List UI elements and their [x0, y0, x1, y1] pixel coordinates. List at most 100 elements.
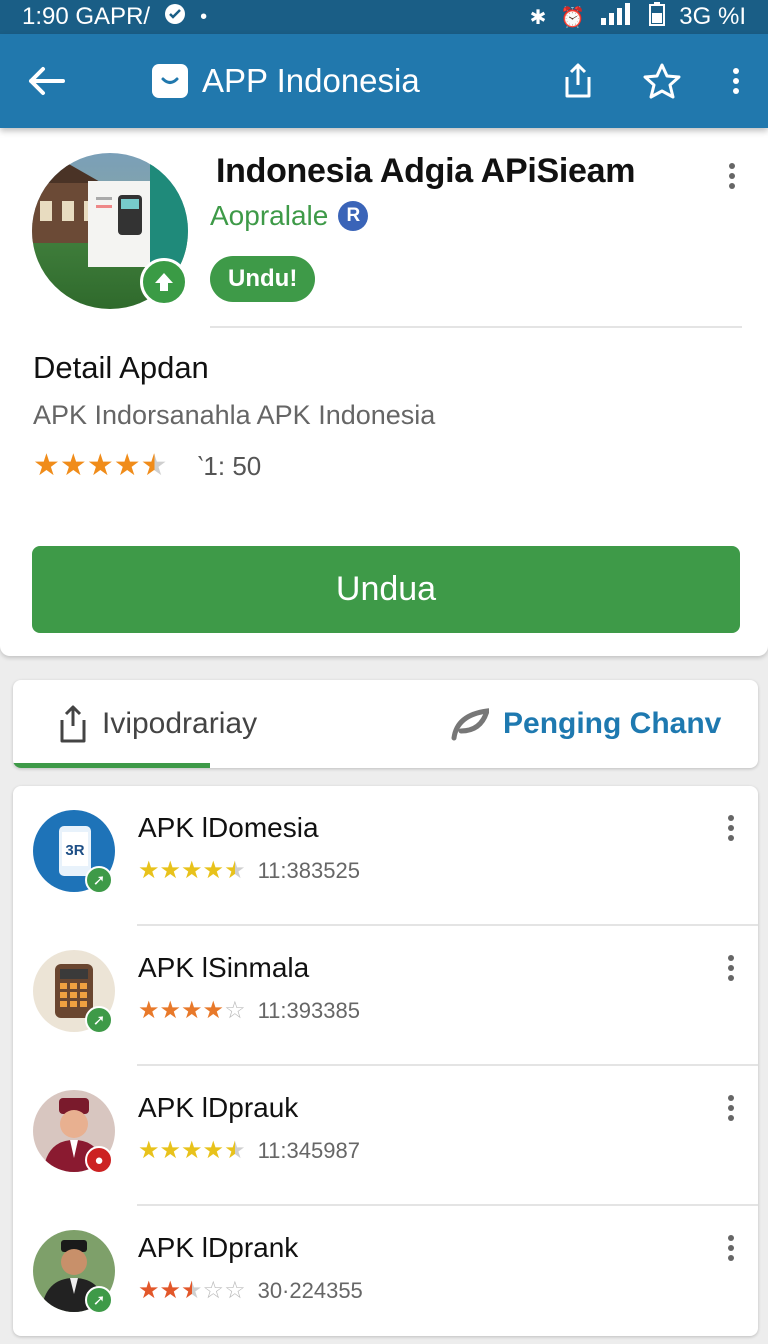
- rating-stars: ★ ★ ★ ☆ ☆: [138, 1278, 246, 1304]
- bluetooth-icon: ✱: [529, 6, 547, 29]
- list-item-count: 11:383525: [257, 858, 360, 883]
- list-item-name: APK lSinmala: [138, 952, 310, 983]
- more-vert-icon: [728, 955, 734, 981]
- app-header-card: Indonesia Adgia APiSieam Aopralale R Und…: [0, 128, 768, 656]
- star-half-icon: ★: [181, 1277, 203, 1304]
- status-bar: 1:90 GAPR/ • ✱ ⏰ 3G %I: [0, 0, 768, 34]
- list-item-name: APK lDomesia: [138, 812, 319, 843]
- back-arrow-icon[interactable]: [0, 34, 92, 128]
- arrow-badge-icon: ➚: [85, 866, 113, 894]
- star-full-icon: ★: [159, 1277, 182, 1304]
- rating-stars: ★ ★ ★ ★ ★: [138, 858, 246, 884]
- star-full-icon: ★: [159, 857, 182, 884]
- star-half-icon: ★: [224, 1137, 246, 1164]
- small-install-button[interactable]: Undu!: [210, 256, 316, 302]
- list-item-rating: ★ ★ ★ ★ ★ 11:345987: [138, 1138, 360, 1164]
- share-icon: [60, 705, 86, 743]
- star-full-icon: ★: [113, 449, 141, 482]
- list-item-count: 30·224355: [257, 1278, 363, 1303]
- list-item[interactable]: ● APK lDprauk ★ ★ ★ ★ ★ 11:345987: [13, 1066, 758, 1206]
- star-full-icon: ★: [138, 857, 160, 884]
- tab-indicator: [13, 763, 210, 768]
- install-button[interactable]: Undua: [32, 546, 740, 633]
- list-item-more-button[interactable]: [715, 1228, 747, 1268]
- divider: [210, 326, 742, 328]
- more-vert-icon: [728, 1095, 734, 1121]
- star-full-icon: ★: [138, 997, 160, 1024]
- rating-text: ‵1: 50: [197, 450, 262, 481]
- list-item-rating: ★ ★ ★ ★ ★ 11:383525: [138, 858, 360, 884]
- list-item-more-button[interactable]: [715, 1088, 747, 1128]
- star-empty-icon: ☆: [202, 1277, 225, 1304]
- tab-label: Ivipodrariay: [102, 707, 258, 740]
- list-item-count: 11:393385: [257, 998, 360, 1023]
- star-full-icon: ★: [59, 449, 87, 482]
- star-full-icon: ★: [33, 449, 60, 482]
- list-item-name: APK lDprauk: [138, 1092, 299, 1123]
- more-vert-icon: [729, 163, 735, 189]
- tab-label: Penging Chanv: [503, 707, 722, 740]
- star-full-icon: ★: [86, 449, 114, 482]
- status-time: 1:90 GAPR/: [22, 3, 151, 30]
- star-full-icon: ★: [181, 997, 203, 1024]
- share-button[interactable]: [536, 34, 620, 128]
- battery-icon: [649, 1, 666, 33]
- more-vert-icon: [733, 68, 739, 94]
- star-half-icon: ★: [224, 857, 246, 884]
- upload-badge-icon: [140, 258, 188, 306]
- notification-icon: [164, 3, 186, 31]
- rating-row: ★ ★ ★ ★ ★ ‵1: 50: [33, 450, 261, 482]
- star-full-icon: ★: [181, 1137, 203, 1164]
- arrow-badge-icon: ➚: [85, 1006, 113, 1034]
- rating-stars: ★ ★ ★ ★ ★: [138, 1138, 246, 1164]
- more-vert-icon: [728, 1235, 734, 1261]
- favorite-button[interactable]: [620, 34, 704, 128]
- list-item-rating: ★ ★ ★ ☆ ☆ 30·224355: [138, 1278, 363, 1304]
- more-vert-icon: [728, 815, 734, 841]
- record-badge-icon: ●: [85, 1146, 113, 1174]
- tabs-bar: Ivipodrariay Penging Chanv: [13, 680, 758, 768]
- app-logo-icon: [152, 64, 188, 98]
- rating-stars: ★ ★ ★ ★ ☆: [138, 998, 246, 1024]
- star-outline-icon: [643, 63, 681, 99]
- star-full-icon: ★: [159, 997, 182, 1024]
- star-empty-icon: ☆: [224, 997, 246, 1024]
- list-item-name: APK lDprank: [138, 1232, 299, 1263]
- phone-icon-text: 3R: [65, 842, 84, 859]
- dot-icon: •: [200, 5, 208, 28]
- app-more-button[interactable]: [712, 156, 752, 196]
- star-full-icon: ★: [202, 997, 225, 1024]
- star-full-icon: ★: [202, 1137, 225, 1164]
- list-item[interactable]: ➚ APK lDprank ★ ★ ★ ☆ ☆ 30·224355: [13, 1206, 758, 1344]
- list-item-count: 11:345987: [257, 1138, 360, 1163]
- star-full-icon: ★: [181, 857, 203, 884]
- list-item-more-button[interactable]: [715, 808, 747, 848]
- signal-icon: [599, 2, 635, 33]
- list-item-rating: ★ ★ ★ ★ ☆ 11:393385: [138, 998, 360, 1024]
- star-full-icon: ★: [159, 1137, 182, 1164]
- battery-text: 3G %I: [679, 3, 746, 30]
- share-icon: [565, 63, 591, 98]
- list-item[interactable]: ➚ APK lSinmala ★ ★ ★ ★ ☆ 11:393385: [13, 926, 758, 1066]
- star-full-icon: ★: [138, 1277, 160, 1304]
- app-list: 3R ➚ APK lDomesia ★ ★ ★ ★ ★ 11:383525 ➚ APK …: [13, 786, 758, 1336]
- arrow-badge-icon: ➚: [85, 1286, 113, 1314]
- rating-stars: ★ ★ ★ ★ ★: [33, 450, 168, 482]
- app-bar: APP Indonesia: [0, 34, 768, 128]
- star-empty-icon: ☆: [224, 1277, 246, 1304]
- developer-link[interactable]: Aopralale R: [210, 200, 369, 232]
- verified-icon: R: [338, 201, 369, 231]
- overflow-menu-button[interactable]: [704, 34, 768, 128]
- tab-penging-chanv[interactable]: Penging Chanv: [451, 680, 721, 768]
- detail-subtitle: APK Indorsanahla APK Indonesia: [33, 400, 436, 430]
- star-full-icon: ★: [202, 857, 225, 884]
- list-item-more-button[interactable]: [715, 948, 747, 988]
- developer-name: Aopralale: [210, 200, 329, 231]
- alarm-icon: ⏰: [560, 6, 586, 29]
- tab-ivipodrariay[interactable]: Ivipodrariay: [58, 680, 257, 768]
- app-bar-title: APP Indonesia: [202, 62, 420, 99]
- app-name: Indonesia Adgia APiSieam: [216, 152, 636, 190]
- star-full-icon: ★: [138, 1137, 160, 1164]
- star-half-icon: ★: [140, 449, 168, 482]
- list-item[interactable]: 3R ➚ APK lDomesia ★ ★ ★ ★ ★ 11:383525: [13, 786, 758, 926]
